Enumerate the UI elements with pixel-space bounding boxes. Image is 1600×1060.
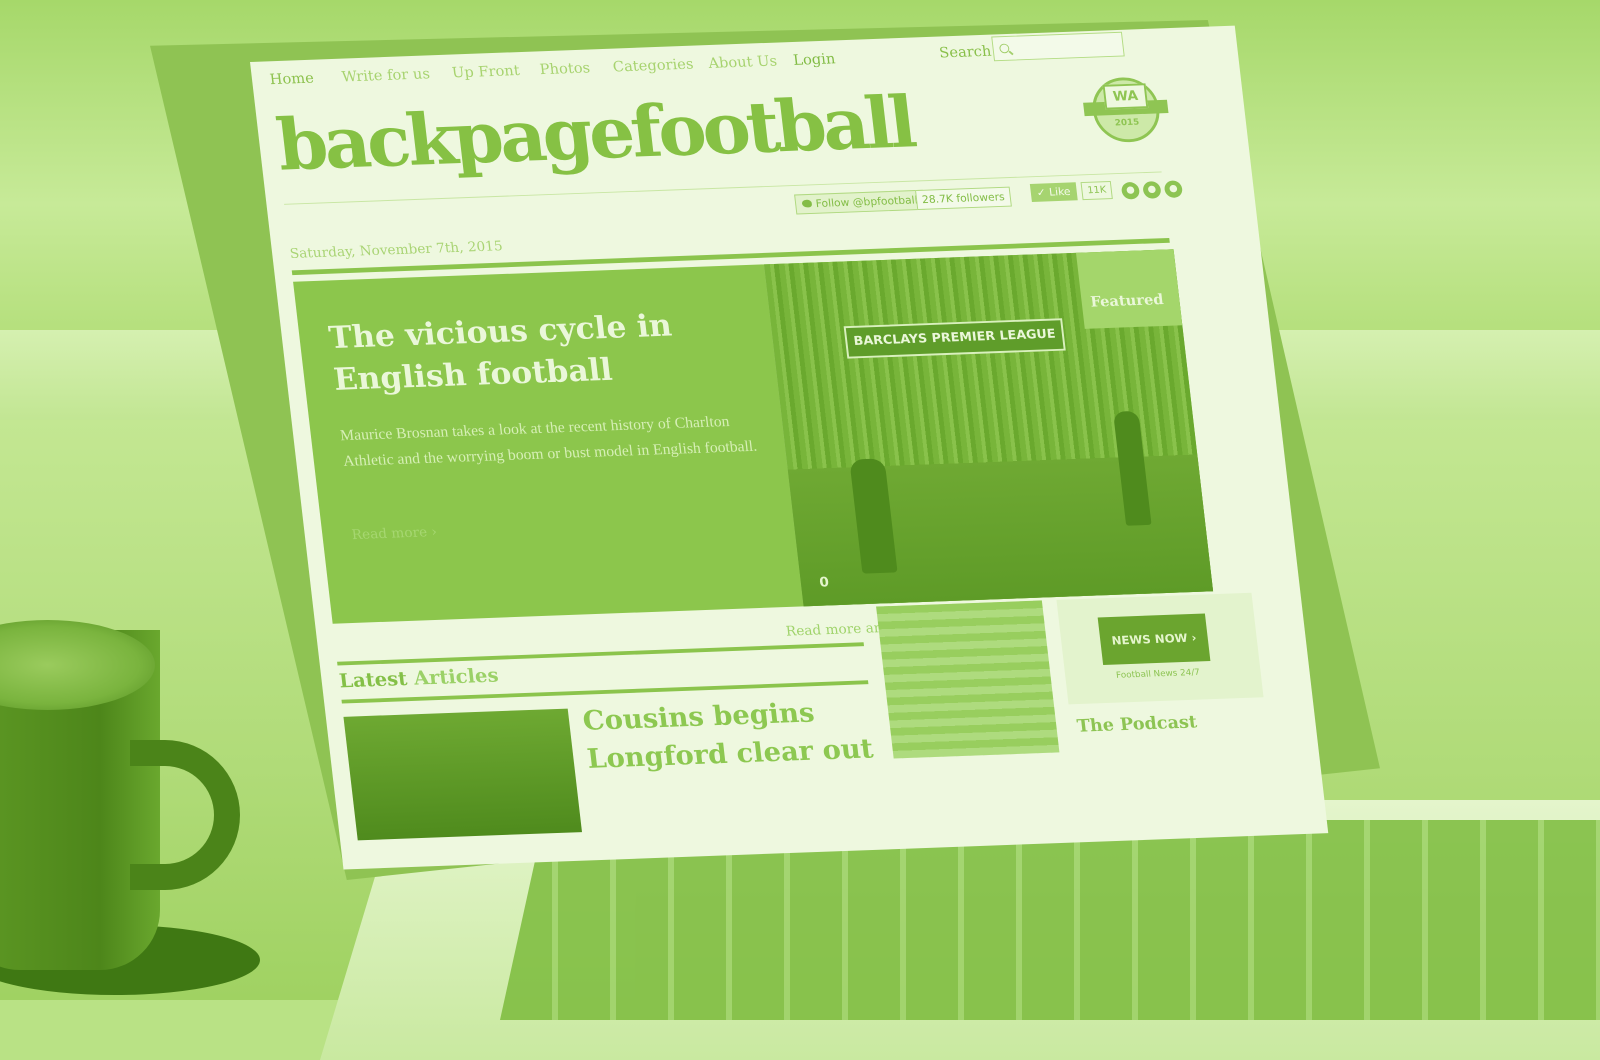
twitter-follow-button[interactable]: Follow @bpfootball — [794, 189, 926, 215]
like-count: 11K — [1080, 180, 1114, 201]
featured-label: Featured — [1089, 290, 1165, 311]
nav-photos[interactable]: Photos — [539, 59, 591, 78]
nav-write-for-us[interactable]: Write for us — [341, 65, 431, 85]
hero-title[interactable]: The vicious cycle in English football — [327, 301, 756, 400]
sidebar-stadium-image[interactable] — [876, 600, 1060, 759]
article-thumbnail[interactable] — [343, 708, 582, 841]
nav-login[interactable]: Login — [792, 50, 836, 69]
award-badge: WA 2015 — [1083, 76, 1169, 144]
latest-heading-part2: Articles — [412, 663, 500, 690]
hero-excerpt: Maurice Brosnan takes a look at the rece… — [339, 413, 758, 470]
site-logo[interactable]: backpagefootball — [273, 82, 917, 187]
current-date: Saturday, November 7th, 2015 — [289, 238, 504, 262]
social-icon-3[interactable]: ● — [1163, 180, 1184, 199]
social-icon-2[interactable]: ● — [1142, 181, 1162, 199]
twitter-follow-label: Follow @bpfootball — [815, 193, 919, 210]
badge-wa-text: WA — [1102, 83, 1149, 110]
followers-count: 28.7K followers — [915, 186, 1012, 211]
badge-year: 2015 — [1114, 117, 1140, 129]
hero-comment-count: 0 — [818, 574, 830, 591]
search-input[interactable] — [991, 31, 1125, 62]
facebook-like-button[interactable]: ✓ Like — [1029, 182, 1078, 202]
search-label: Search — [938, 42, 993, 62]
like-label: Like — [1048, 185, 1072, 199]
laptop-screen: Home Write for us Up Front Photos Catego… — [250, 25, 1329, 870]
latest-articles-heading: Latest Articles — [338, 663, 500, 692]
featured-tag-bg — [1075, 249, 1183, 329]
twitter-icon — [801, 199, 813, 208]
nav-up-front[interactable]: Up Front — [451, 62, 521, 82]
article-title[interactable]: Cousins begins Longford clear out — [581, 691, 902, 779]
social-icon-1[interactable]: ● — [1120, 181, 1141, 200]
latest-top-divider — [337, 642, 865, 666]
hero-read-more-link[interactable]: Read more › — [351, 525, 438, 543]
podcast-heading: The Podcast — [1075, 712, 1198, 737]
latest-heading-part1: Latest — [337, 666, 409, 693]
nav-home[interactable]: Home — [269, 69, 315, 88]
nav-categories[interactable]: Categories — [612, 55, 694, 75]
search-icon — [998, 43, 1010, 54]
nav-about-us[interactable]: About Us — [707, 52, 777, 72]
news-now-button[interactable]: NEWS NOW › — [1097, 613, 1211, 665]
hero-panel[interactable]: The vicious cycle in English football Ma… — [293, 264, 804, 624]
